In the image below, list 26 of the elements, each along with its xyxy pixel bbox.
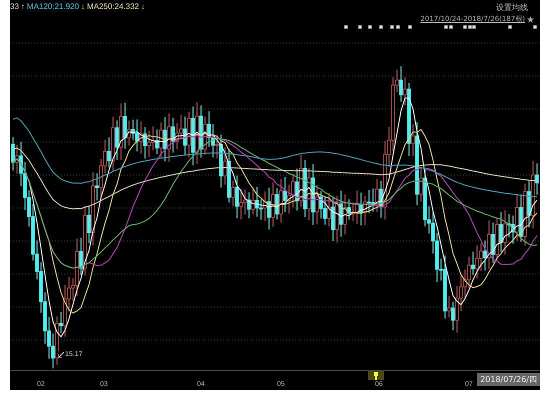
arrow: ↓ (80, 2, 85, 11)
moving-average-value: MA250:24.332 (86, 2, 139, 11)
event-marker-icon[interactable] (408, 24, 412, 30)
ma-settings-button[interactable]: 设置均线 (496, 2, 534, 13)
event-marker-icon[interactable] (462, 24, 468, 30)
event-marker-icon[interactable] (396, 24, 400, 30)
arrow: ↓ (141, 2, 145, 11)
event-marker-icon[interactable] (358, 24, 362, 30)
event-marker-icon[interactable] (444, 24, 448, 30)
event-marker-icon[interactable] (472, 24, 476, 30)
star-icon[interactable] (527, 16, 534, 22)
event-marker-icon[interactable] (448, 24, 454, 30)
event-marker-icon[interactable] (508, 24, 512, 30)
event-marker-icon[interactable] (378, 24, 384, 30)
event-marker-icon[interactable] (532, 24, 538, 30)
arrow: ↑ (20, 2, 25, 11)
event-marker-icon[interactable] (390, 24, 394, 30)
current-date-label: 2018/07/26/四 (477, 373, 540, 386)
event-marker-icon[interactable] (368, 24, 372, 30)
event-marker-icon[interactable] (468, 24, 472, 30)
moving-average-value: 33 (10, 2, 19, 11)
event-marker-button[interactable] (368, 371, 384, 380)
arrow-icon (58, 352, 64, 358)
moving-average-value: MA120:21.920 (26, 2, 79, 11)
event-marker-icon[interactable] (344, 24, 348, 30)
marker-icon (374, 372, 378, 380)
